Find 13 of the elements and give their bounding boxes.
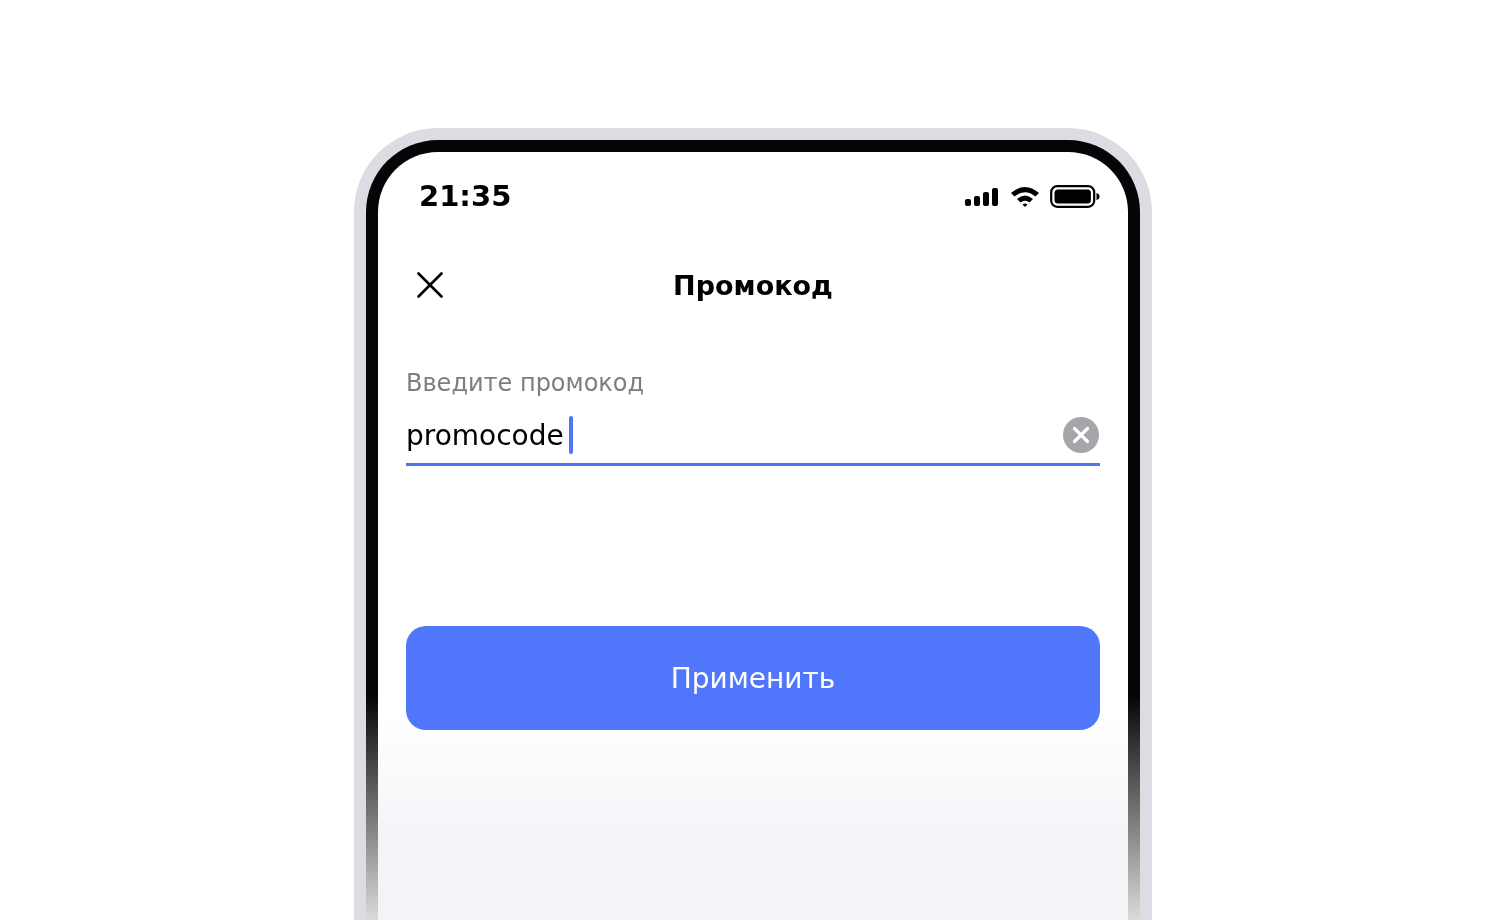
signal-icon xyxy=(965,186,1000,206)
close-button[interactable] xyxy=(414,269,446,301)
apply-button[interactable]: Применить xyxy=(406,626,1100,730)
text-cursor xyxy=(568,416,573,454)
input-field[interactable]: promocode xyxy=(406,407,1100,466)
battery-icon xyxy=(1050,184,1100,208)
input-value: promocode xyxy=(406,418,564,452)
status-time: 21:35 xyxy=(419,179,512,213)
screen-title: Промокод xyxy=(673,269,833,301)
clear-icon xyxy=(1062,416,1100,454)
close-icon xyxy=(417,272,443,298)
field-label: Введите промокод xyxy=(406,369,645,397)
wifi-icon xyxy=(1010,185,1040,207)
